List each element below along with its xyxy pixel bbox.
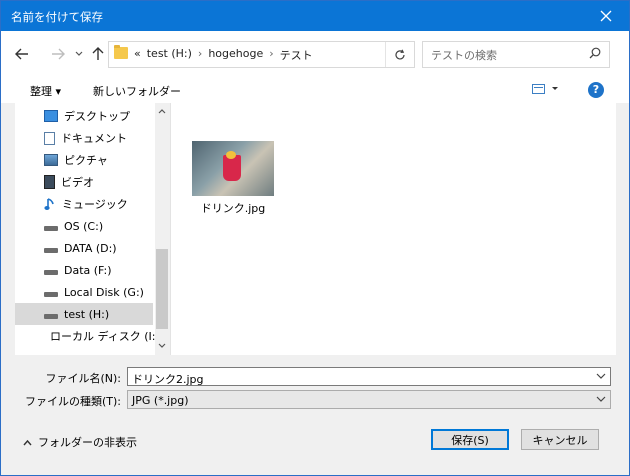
filename-field[interactable]: ドリンク2.jpg [127,367,611,386]
chevron-right-icon[interactable]: › [198,47,202,63]
sidebar-item-label: ドキュメント [61,132,127,145]
sidebar-item-label: ピクチャ [64,154,108,167]
sidebar-item-local-disk-g[interactable]: Local Disk (G:) [15,281,153,303]
arrow-up-icon [92,47,104,60]
close-button[interactable] [583,1,629,31]
view-icon [532,84,558,94]
pictures-icon [44,154,58,166]
filename-label: ファイル名(N): [45,372,121,385]
chevron-down-icon [75,51,83,56]
scroll-down-icon[interactable] [158,343,166,349]
refresh-icon [395,49,405,59]
file-list: ドリンク.jpg [170,103,616,355]
help-icon[interactable]: ? [588,82,604,98]
chevron-right-icon[interactable]: › [269,47,273,63]
sidebar-item-label: Local Disk (G:) [64,285,144,299]
sidebar-item-label: デスクトップ [64,110,130,123]
file-name[interactable]: ドリンク.jpg [192,200,274,216]
document-icon [44,131,55,145]
breadcrumb-overflow[interactable]: « [134,47,141,63]
sidebar-item-desktop[interactable]: デスクトップ [15,105,153,127]
search-box[interactable]: テストの検索 [422,41,610,68]
search-icon[interactable] [589,47,601,59]
filename-value[interactable]: ドリンク2.jpg [132,371,204,387]
chevron-down-icon[interactable] [596,371,606,381]
sidebar-item-label: ローカル ディスク (I:) [50,330,160,343]
breadcrumb-item[interactable]: テスト [280,47,313,63]
cancel-button[interactable]: キャンセル [521,429,599,450]
hide-folders-toggle[interactable]: フォルダーの非表示 [23,434,137,450]
save-dialog: 名前を付けて保存 « test (H:) › hogehoge › テスト テス… [0,0,630,476]
sidebar-item-data-d[interactable]: DATA (D:) [15,237,153,259]
recent-locations-button[interactable] [72,43,86,65]
music-icon [44,198,54,210]
scroll-thumb[interactable] [156,249,168,329]
forward-button[interactable] [47,43,69,65]
chevron-down-icon[interactable] [596,394,606,404]
drive-icon [44,313,58,319]
arrow-right-icon [52,48,65,60]
title-bar: 名前を付けて保存 [1,1,629,31]
navigation-scrollbar[interactable] [155,103,169,355]
sidebar-item-label: ミュージック [62,198,128,211]
file-thumbnail[interactable] [192,141,274,196]
address-bar[interactable]: « test (H:) › hogehoge › テスト [108,41,415,68]
close-icon [600,10,612,22]
drive-icon [44,247,58,253]
filetype-select[interactable]: JPG (*.jpg) [127,390,611,409]
new-folder-button[interactable]: 新しいフォルダー [93,83,181,99]
sidebar-item-test-h[interactable]: test (H:) [15,303,153,325]
drive-icon [44,269,58,275]
sidebar-item-os-c[interactable]: OS (C:) [15,215,153,237]
arrow-left-icon [15,48,28,60]
filetype-label: ファイルの種類(T): [24,395,121,408]
hide-folders-label: フォルダーの非表示 [38,436,137,449]
sidebar-item-label: test (H:) [64,307,110,321]
sidebar-item-label: Data (F:) [64,263,112,277]
view-options-button[interactable] [532,84,560,97]
search-input[interactable]: テストの検索 [431,47,497,63]
up-button[interactable] [87,43,109,65]
sidebar-item-label: OS (C:) [64,219,104,233]
refresh-button[interactable] [385,42,414,67]
breadcrumb-item[interactable]: test (H:) [147,47,192,63]
breadcrumb: « test (H:) › hogehoge › テスト [134,47,313,63]
back-button[interactable] [11,43,33,65]
save-button-label: 保存(S) [451,433,489,447]
scroll-up-icon[interactable] [158,108,166,114]
organize-menu[interactable]: 整理 ▾ [30,83,61,99]
command-bar: 整理 ▾ 新しいフォルダー ? [1,77,629,104]
sidebar-item-label: DATA (D:) [64,241,117,255]
sidebar-item-documents[interactable]: ドキュメント [15,127,153,149]
drink-garnish-shape [226,151,236,159]
drive-icon [44,225,58,231]
cancel-button-label: キャンセル [532,433,588,447]
navigation-pane: デスクトップ ドキュメント ピクチャ ビデオ ミュージック OS (C:) DA… [15,103,160,355]
sidebar-item-pictures[interactable]: ピクチャ [15,149,153,171]
chevron-up-icon [23,439,32,445]
sidebar-item-videos[interactable]: ビデオ [15,171,153,193]
sidebar-item-music[interactable]: ミュージック [15,193,153,215]
desktop-icon [44,110,58,122]
window-title: 名前を付けて保存 [11,10,103,24]
video-icon [44,175,55,189]
breadcrumb-item[interactable]: hogehoge [208,47,263,63]
sidebar-item-local-disk-i[interactable]: ローカル ディスク (I:) [15,325,160,347]
navigation-bar: « test (H:) › hogehoge › テスト テストの検索 [1,31,629,77]
save-button[interactable]: 保存(S) [431,429,509,450]
folder-icon [114,45,128,59]
sidebar-item-data-f[interactable]: Data (F:) [15,259,153,281]
filetype-value: JPG (*.jpg) [132,394,189,407]
sidebar-item-label: ビデオ [61,176,94,189]
drive-icon [44,291,58,297]
